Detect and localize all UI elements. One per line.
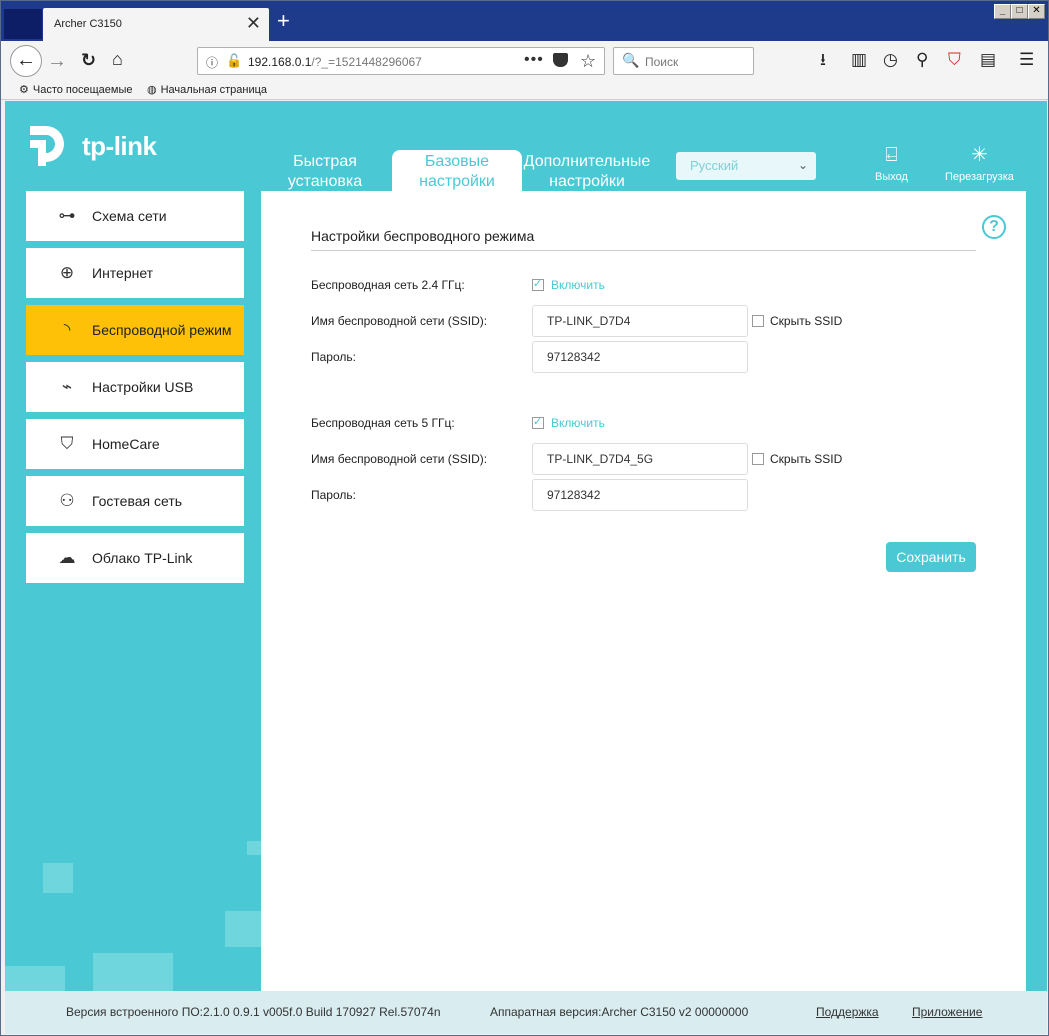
bookmark-star-icon[interactable]: ☆ bbox=[580, 51, 596, 72]
tab-archer[interactable]: Archer C3150 ✕ bbox=[43, 8, 269, 41]
brand-name: tp-link bbox=[82, 130, 157, 161]
help-icon[interactable]: ? bbox=[982, 215, 1006, 239]
url-bar[interactable]: ⓘ 🔓 192.168.0.1/?_=1521448296067 ••• ☆ bbox=[197, 47, 605, 75]
browser-window: Archer C3150 ✕ + _ □ ✕ ← → ↻ ⌂ ⓘ 🔓 192.1… bbox=[0, 0, 1049, 1036]
ublock-shield-icon[interactable]: ⛉ bbox=[948, 50, 961, 70]
decor-square bbox=[43, 863, 73, 893]
wireless-icon: ◝ bbox=[63, 320, 71, 339]
band5-ssid-input[interactable]: TP-LINK_D7D4_5G bbox=[532, 443, 748, 475]
search-icon: 🔍 bbox=[622, 52, 640, 68]
tab-quick-setup[interactable]: Быстрая установка bbox=[260, 150, 390, 191]
band24-password-input[interactable]: 97128342 bbox=[532, 341, 748, 373]
logout-button[interactable]: ⍇ Выход bbox=[875, 143, 908, 183]
sidebar-item-guest-network[interactable]: ⚇ Гостевая сеть bbox=[26, 476, 244, 526]
tab-close-icon[interactable]: ✕ bbox=[246, 14, 261, 32]
guests-icon: ⚇ bbox=[59, 491, 75, 510]
support-link[interactable]: Поддержка bbox=[816, 1005, 879, 1019]
page-actions-icon[interactable]: ••• bbox=[524, 51, 544, 69]
checkbox-unchecked-icon bbox=[752, 453, 764, 465]
arrow-left-icon: ← bbox=[16, 49, 36, 71]
close-window-button[interactable]: ✕ bbox=[1028, 4, 1045, 19]
usb-icon: ⌁ bbox=[61, 377, 73, 396]
reboot-button[interactable]: ✳ Перезагрузка bbox=[945, 143, 1014, 183]
hardware-version: Аппаратная версия:Archer C3150 v2 000000… bbox=[490, 1005, 749, 1019]
maximize-button[interactable]: □ bbox=[1011, 4, 1028, 19]
divider bbox=[311, 250, 976, 251]
page-title: Настройки беспроводного режима bbox=[311, 228, 535, 244]
reload-button[interactable]: ↻ bbox=[81, 50, 96, 71]
tplink-logo: tp-link bbox=[26, 122, 157, 170]
library-icon[interactable]: ▥ bbox=[851, 50, 867, 70]
firmware-version: Версия встроенного ПО:2.1.0 0.9.1 v005f.… bbox=[66, 1005, 441, 1019]
band5-enable-checkbox[interactable]: Включить bbox=[532, 415, 605, 430]
globe-icon: ⊕ bbox=[59, 263, 75, 282]
sidebar-item-cloud[interactable]: ☁ Облако TP-Link bbox=[26, 533, 244, 583]
decor-square bbox=[93, 953, 173, 991]
app-link[interactable]: Приложение bbox=[912, 1005, 982, 1019]
shield-icon: ⛉ bbox=[60, 434, 74, 453]
chevron-down-icon: ⌄ bbox=[797, 158, 808, 172]
decor-square bbox=[225, 911, 261, 947]
decor-square bbox=[247, 841, 261, 855]
band24-hide-ssid-checkbox[interactable]: Скрыть SSID bbox=[752, 314, 842, 328]
band24-label: Беспроводная сеть 2.4 ГГц: bbox=[311, 278, 465, 292]
band5-label: Беспроводная сеть 5 ГГц: bbox=[311, 416, 455, 430]
band24-ssid-input[interactable]: TP-LINK_D7D4 bbox=[532, 305, 748, 337]
band24-password-label: Пароль: bbox=[311, 350, 356, 364]
window-controls: _ □ ✕ bbox=[994, 4, 1045, 19]
forward-button[interactable]: → bbox=[47, 50, 67, 73]
sidebar-item-usb[interactable]: ⌁ Настройки USB bbox=[26, 362, 244, 412]
minimize-button[interactable]: _ bbox=[994, 4, 1011, 19]
decor-square bbox=[5, 966, 65, 991]
save-button[interactable]: Сохранить bbox=[886, 542, 976, 572]
zoom-search-icon[interactable]: ⚲ bbox=[916, 50, 928, 70]
router-page: tp-link Быстрая установка Базовые настро… bbox=[5, 101, 1047, 1034]
search-placeholder: Поиск bbox=[645, 55, 679, 69]
logout-icon: ⍇ bbox=[885, 144, 898, 166]
info-icon[interactable]: ⓘ bbox=[206, 54, 218, 71]
back-button[interactable]: ← bbox=[10, 45, 42, 77]
url-text[interactable]: 192.168.0.1/?_=1521448296067 bbox=[248, 55, 422, 69]
tab-title: Archer C3150 bbox=[54, 18, 122, 30]
sidebar-item-network-map[interactable]: ⊶ Схема сети bbox=[26, 191, 244, 241]
reader-view-icon[interactable]: ▤ bbox=[980, 50, 996, 70]
gear-icon: ⚙ bbox=[19, 84, 29, 96]
tab-strip: Archer C3150 ✕ + _ □ ✕ bbox=[1, 1, 1048, 41]
checkbox-checked-icon bbox=[532, 415, 544, 429]
band5-hide-ssid-checkbox[interactable]: Скрыть SSID bbox=[752, 452, 842, 466]
bookmarks-bar: ⚙ Часто посещаемые ◍ Начальная страница bbox=[1, 81, 1048, 100]
band24-enable-checkbox[interactable]: Включить bbox=[532, 277, 605, 292]
system-menu-icon[interactable] bbox=[4, 9, 42, 39]
language-select[interactable]: Русский ⌄ bbox=[676, 152, 816, 180]
history-clock-icon[interactable]: ◷ bbox=[883, 50, 898, 70]
sidebar-item-internet[interactable]: ⊕ Интернет bbox=[26, 248, 244, 298]
network-map-icon: ⊶ bbox=[58, 206, 76, 225]
insecure-lock-icon[interactable]: 🔓 bbox=[226, 53, 242, 69]
download-icon[interactable]: ⭳ bbox=[820, 50, 826, 70]
bookmark-start-page[interactable]: ◍ Начальная страница bbox=[147, 83, 267, 97]
band5-password-label: Пароль: bbox=[311, 488, 356, 502]
bookmark-most-visited[interactable]: ⚙ Часто посещаемые bbox=[19, 83, 132, 97]
band5-password-input[interactable]: 97128342 bbox=[532, 479, 748, 511]
pocket-icon[interactable] bbox=[553, 53, 568, 67]
search-bar[interactable]: 🔍 Поиск bbox=[613, 47, 754, 75]
checkbox-checked-icon bbox=[532, 277, 544, 291]
main-content: ? Настройки беспроводного режима Беспров… bbox=[261, 191, 1026, 991]
nav-toolbar: ← → ↻ ⌂ ⓘ 🔓 192.168.0.1/?_=1521448296067… bbox=[1, 41, 1048, 81]
sidebar-item-homecare[interactable]: ⛉ HomeCare bbox=[26, 419, 244, 469]
sidebar-item-wireless[interactable]: ◝ Беспроводной режим bbox=[26, 305, 244, 355]
new-tab-button[interactable]: + bbox=[277, 10, 290, 32]
band5-ssid-label: Имя беспроводной сети (SSID): bbox=[311, 452, 488, 466]
home-button[interactable]: ⌂ bbox=[112, 49, 123, 70]
globe-icon: ◍ bbox=[147, 84, 157, 96]
checkbox-unchecked-icon bbox=[752, 315, 764, 327]
band24-ssid-label: Имя беспроводной сети (SSID): bbox=[311, 314, 488, 328]
tab-basic-settings[interactable]: Базовые настройки bbox=[392, 150, 522, 191]
reboot-spinner-icon: ✳ bbox=[971, 144, 988, 166]
tplink-logo-icon bbox=[26, 122, 74, 170]
hamburger-menu-icon[interactable]: ☰ bbox=[1019, 50, 1034, 70]
tab-advanced-settings[interactable]: Дополнительные настройки bbox=[522, 150, 652, 191]
cloud-icon: ☁ bbox=[58, 548, 76, 567]
footer: Версия встроенного ПО:2.1.0 0.9.1 v005f.… bbox=[5, 991, 1047, 1034]
